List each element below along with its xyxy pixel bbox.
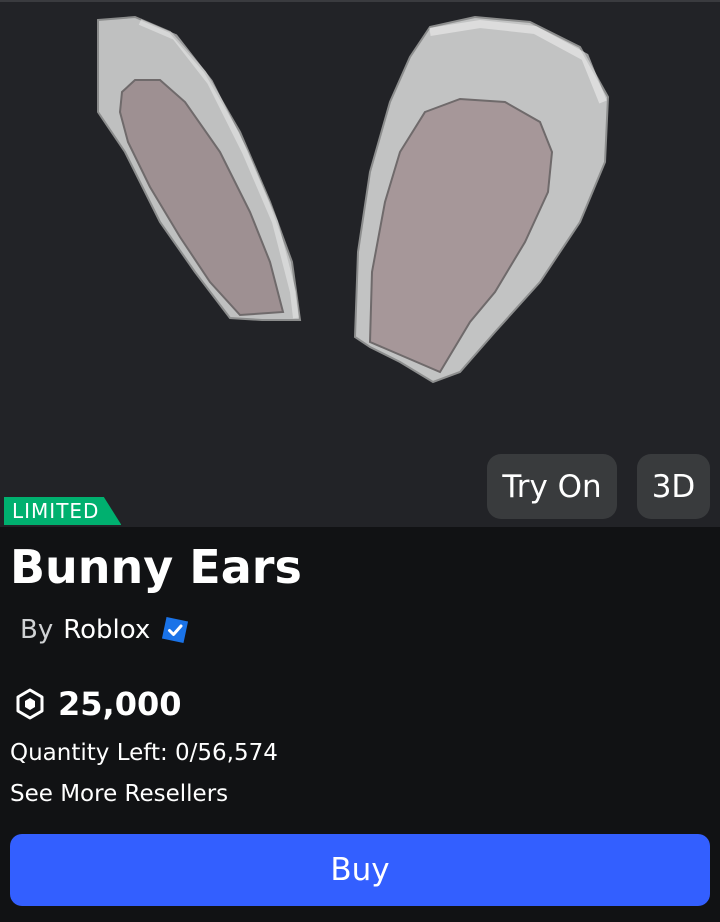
robux-icon xyxy=(14,688,46,720)
view-3d-button[interactable]: 3D xyxy=(637,454,710,519)
try-on-button[interactable]: Try On xyxy=(487,454,617,519)
bunny-ears-image xyxy=(97,15,610,384)
item-title: Bunny Ears xyxy=(10,540,302,594)
verified-badge-icon xyxy=(160,615,190,645)
see-more-resellers-link[interactable]: See More Resellers xyxy=(10,781,228,807)
price-value: 25,000 xyxy=(58,685,182,723)
creator-link[interactable]: Roblox xyxy=(63,615,150,645)
quantity-left: Quantity Left: 0/56,574 xyxy=(10,740,278,766)
limited-badge: LIMITED xyxy=(4,497,122,525)
item-preview: Try On 3D LIMITED xyxy=(0,0,720,527)
price-row: 25,000 xyxy=(14,685,181,723)
creator-row: By Roblox xyxy=(20,615,190,645)
buy-button[interactable]: Buy xyxy=(10,834,710,906)
creator-prefix: By xyxy=(20,615,54,645)
